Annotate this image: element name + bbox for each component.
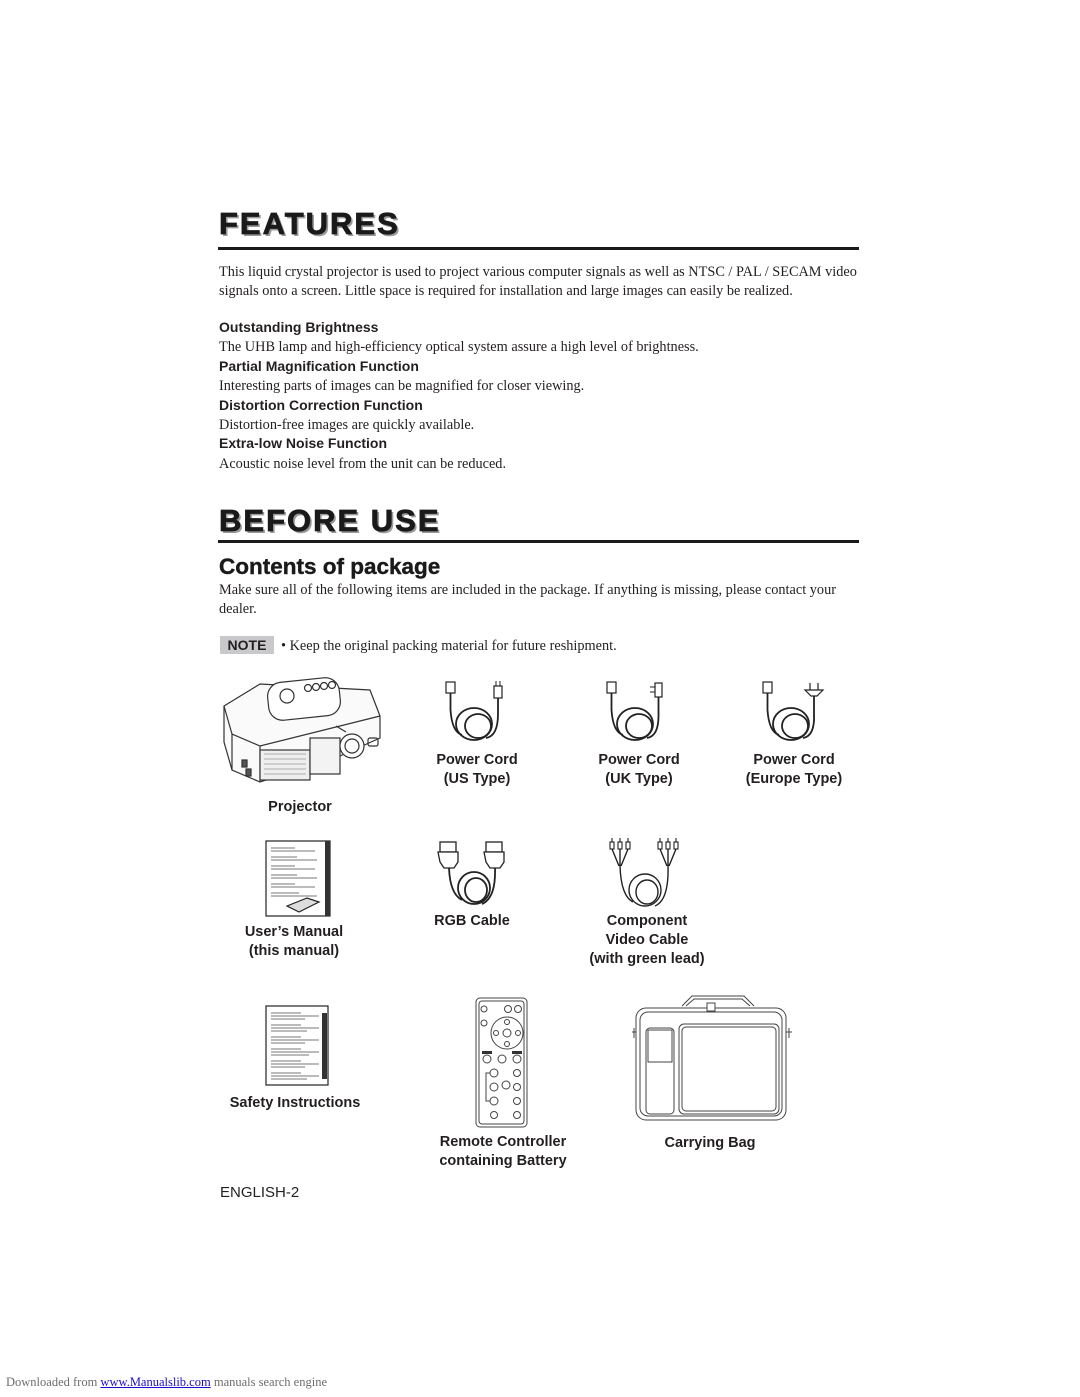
label-line: (Europe Type) — [745, 771, 843, 787]
label-line: (this manual) — [248, 943, 340, 959]
carrying-bag-icon — [632, 992, 792, 1122]
manual-icon — [265, 840, 333, 918]
label-line: (UK Type) — [605, 771, 673, 787]
feature-title: Extra-low Noise Function — [219, 435, 388, 451]
feature-title: Distortion Correction Function — [219, 397, 423, 413]
item-label-component-cable: Component Video Cable (with green lead) — [577, 912, 717, 969]
features-intro: This liquid crystal projector is used to… — [219, 264, 857, 299]
contents-intro: Make sure all of the following items are… — [219, 582, 836, 617]
label-line: Power Cord — [753, 752, 835, 768]
before-use-rule — [218, 540, 859, 543]
item-label-projector: Projector — [268, 799, 332, 815]
feature-text: Interesting parts of images can be magni… — [219, 378, 585, 394]
footer-prefix: Downloaded from — [6, 1375, 101, 1389]
power-cord-uk-icon — [603, 680, 673, 745]
before-use-heading: BEFORE USE — [219, 503, 441, 539]
label-line: (with green lead) — [589, 951, 705, 967]
feature-text: Distortion-free images are quickly avail… — [219, 417, 475, 433]
contents-of-package-heading: Contents of package — [219, 554, 441, 579]
rgb-cable-icon — [436, 838, 511, 910]
label-line: (US Type) — [443, 771, 511, 787]
note-badge: NOTE — [220, 636, 274, 654]
footer: Downloaded from www.Manualslib.com manua… — [6, 1375, 327, 1390]
item-label-power-cord-us: Power Cord (US Type) — [417, 751, 537, 789]
features-rule — [218, 247, 859, 250]
label-line: Remote Controller — [439, 1134, 567, 1150]
label-line: containing Battery — [439, 1153, 567, 1169]
features-heading: FEATURES — [219, 206, 400, 242]
power-cord-us-icon — [442, 680, 512, 745]
component-cable-icon — [607, 836, 687, 912]
safety-instructions-icon — [265, 1005, 331, 1087]
item-label-safety-instructions: Safety Instructions — [229, 1095, 361, 1111]
item-label-carrying-bag: Carrying Bag — [664, 1135, 756, 1151]
item-label-power-cord-uk: Power Cord (UK Type) — [579, 751, 699, 789]
feature-title: Partial Magnification Function — [219, 358, 419, 374]
footer-suffix: manuals search engine — [210, 1375, 327, 1389]
remote-controller-icon — [474, 997, 530, 1129]
label-line: Power Cord — [598, 752, 680, 768]
item-label-power-cord-europe: Power Cord (Europe Type) — [728, 751, 860, 789]
label-line: Power Cord — [436, 752, 518, 768]
label-line: Component — [606, 913, 688, 929]
manualslib-link[interactable]: www.Manualslib.com — [100, 1375, 210, 1389]
label-line: User’s Manual — [244, 924, 344, 940]
power-cord-europe-icon — [759, 680, 829, 745]
label-line: Video Cable — [605, 932, 689, 948]
feature-title: Outstanding Brightness — [219, 319, 379, 335]
note-text: • Keep the original packing material for… — [281, 638, 617, 654]
projector-icon — [220, 676, 385, 791]
item-label-users-manual: User’s Manual (this manual) — [224, 923, 364, 961]
feature-text: The UHB lamp and high-efficiency optical… — [219, 339, 699, 355]
page-number: ENGLISH-2 — [220, 1184, 300, 1201]
item-label-remote-controller: Remote Controller containing Battery — [413, 1133, 593, 1171]
feature-text: Acoustic noise level from the unit can b… — [219, 456, 507, 472]
item-label-rgb-cable: RGB Cable — [434, 913, 510, 929]
